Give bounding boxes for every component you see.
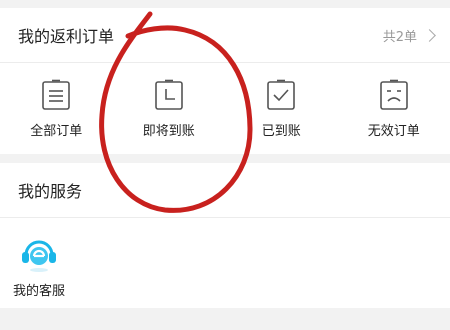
- rebate-orders-card: 我的返利订单 共2单 全部订单 即将到账 已到账 无效订单: [0, 8, 450, 154]
- my-services-card: 我的服务 我的客服: [0, 163, 450, 308]
- customer-service-label: 我的客服: [12, 284, 65, 299]
- customer-service-headset-icon: [22, 240, 56, 272]
- order-tab-label: 即将到账: [142, 124, 195, 139]
- my-services-title: 我的服务: [18, 182, 83, 201]
- order-tab-label: 已到账: [261, 124, 301, 139]
- sad-face-document-icon: [379, 79, 408, 110]
- customer-service-button[interactable]: 我的客服: [0, 218, 78, 308]
- order-tab-received[interactable]: 已到账: [225, 63, 338, 153]
- services-row: 我的客服: [0, 218, 450, 308]
- order-status-row: 全部订单 即将到账 已到账 无效订单: [0, 63, 450, 153]
- order-tab-invalid[interactable]: 无效订单: [338, 63, 450, 153]
- chevron-right-icon: [423, 28, 436, 42]
- order-tab-pending[interactable]: 即将到账: [113, 63, 226, 153]
- my-services-header: 我的服务: [0, 163, 450, 218]
- order-tab-label: 无效订单: [367, 124, 420, 139]
- check-document-icon: [267, 79, 296, 110]
- list-document-icon: [42, 79, 71, 110]
- rebate-orders-title: 我的返利订单: [18, 27, 115, 46]
- rebate-orders-header[interactable]: 我的返利订单 共2单: [0, 8, 450, 63]
- order-tab-all[interactable]: 全部订单: [0, 63, 113, 153]
- clock-document-icon: [154, 79, 183, 110]
- order-count-link[interactable]: 共2单: [382, 26, 436, 45]
- order-count-label: 共2单: [382, 29, 417, 45]
- order-tab-label: 全部订单: [30, 124, 83, 139]
